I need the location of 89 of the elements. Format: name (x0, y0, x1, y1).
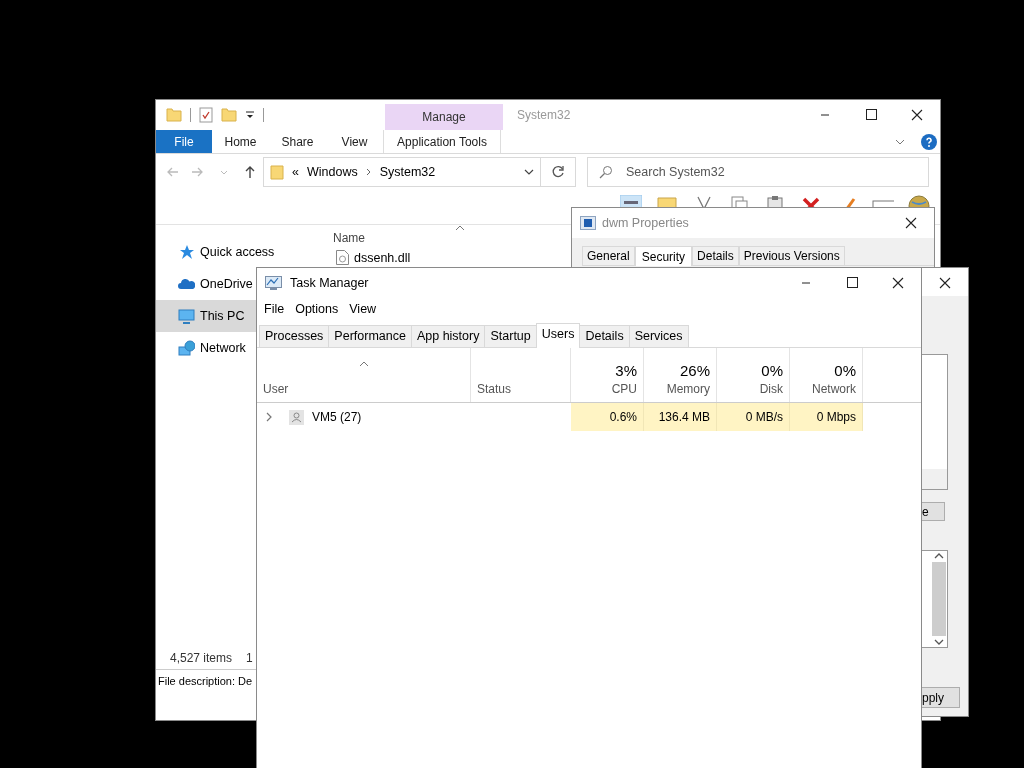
search-icon (599, 165, 613, 179)
user-name: VM5 (27) (312, 409, 362, 426)
globe-icon[interactable] (908, 195, 930, 207)
window-title: dwm Properties (602, 214, 689, 232)
window-title: System32 (517, 107, 571, 124)
dialog-button[interactable]: e (921, 502, 945, 521)
ribbon-tab[interactable]: Application Tools (383, 130, 501, 153)
up-icon[interactable] (244, 165, 256, 179)
file-icon (336, 250, 349, 265)
scrollbar-thumb[interactable] (932, 562, 946, 636)
help-icon[interactable] (921, 133, 937, 150)
ribbon-tab[interactable]: File (156, 130, 212, 153)
folder-icon (270, 164, 284, 180)
clipboard-icon[interactable] (764, 195, 786, 207)
chart-icon (265, 275, 282, 291)
search-field[interactable]: Search System32 (587, 157, 929, 187)
window-title: Task Manager (290, 274, 369, 292)
close-icon (892, 277, 904, 289)
apply-button[interactable]: pply (921, 687, 960, 708)
refresh-icon (551, 165, 565, 179)
close-icon (939, 277, 951, 289)
close-icon (911, 109, 923, 121)
menu-item[interactable]: View (349, 299, 377, 319)
sort-up-icon (358, 361, 369, 367)
network-icon (178, 340, 195, 356)
chevron-right-icon (365, 168, 372, 176)
column-total: 26% (679, 360, 710, 380)
address-bar[interactable]: « Windows System32 (263, 157, 541, 187)
expand-icon[interactable] (265, 412, 273, 422)
computer-icon (178, 308, 195, 324)
scroll-down-icon[interactable] (934, 639, 944, 645)
column-header[interactable]: Disk (759, 380, 783, 398)
nav-item[interactable]: This PC (156, 300, 257, 332)
menu-item[interactable]: File (264, 299, 285, 319)
table-cell: 0 MB/s (717, 403, 790, 431)
tab[interactable]: Previous Versions (738, 246, 845, 265)
ribbon-tab[interactable]: View (326, 130, 383, 153)
dropdown-icon[interactable] (245, 110, 255, 120)
delete-icon[interactable] (800, 195, 822, 207)
maximize-icon (864, 109, 878, 121)
overflow-crumb[interactable]: « (292, 162, 299, 182)
breadcrumb[interactable]: Windows (306, 162, 358, 182)
chevron-down-icon[interactable] (895, 137, 905, 146)
tab[interactable]: Details (579, 325, 630, 347)
column-total: 0% (761, 360, 783, 380)
refresh-button[interactable] (541, 157, 576, 187)
maximize-icon (845, 277, 859, 289)
column-header[interactable]: User (263, 380, 464, 398)
star-icon (178, 244, 195, 260)
properties-icon[interactable] (199, 107, 213, 123)
sort-up-icon (455, 225, 465, 231)
tab[interactable]: General (582, 246, 635, 265)
tab[interactable]: Processes (259, 325, 330, 347)
column-header[interactable]: CPU (611, 380, 637, 398)
column-total: 0% (834, 360, 856, 380)
tab[interactable]: Users (535, 323, 581, 348)
details-text: File description: De (158, 674, 253, 690)
scroll-up-icon[interactable] (934, 553, 944, 559)
menu-item[interactable]: Options (295, 299, 339, 319)
tab[interactable]: Details (692, 246, 739, 265)
file-name[interactable]: dssenh.dll (354, 250, 411, 265)
close-icon (905, 217, 917, 229)
cloud-icon (178, 276, 195, 292)
column-header[interactable]: Network (812, 380, 856, 398)
nav-item[interactable]: OneDrive (156, 268, 257, 300)
window-icon (580, 216, 596, 230)
table-cell: 0 Mbps (790, 403, 863, 431)
ribbon-tab[interactable]: Share (269, 130, 326, 153)
ribbon-tab[interactable]: Home (212, 130, 269, 153)
nav-item[interactable]: Quick access (156, 236, 279, 268)
tab[interactable]: Services (628, 325, 689, 347)
context-tab-group: Manage (385, 104, 503, 130)
item-count: 4,527 items (170, 650, 233, 667)
chevron-down-icon[interactable] (524, 168, 534, 176)
user-icon (289, 409, 304, 425)
tab[interactable]: Performance (328, 325, 412, 347)
tab[interactable]: Startup (484, 325, 537, 347)
nav-item[interactable]: Network (156, 332, 257, 364)
column-header[interactable]: Status (477, 380, 564, 398)
column-header[interactable]: Memory (666, 380, 710, 398)
table-cell: 0.6% (571, 403, 644, 431)
column-total: 3% (615, 360, 637, 380)
list-box[interactable] (921, 550, 948, 648)
breadcrumb[interactable]: System32 (379, 162, 436, 182)
column-header[interactable]: Name (333, 231, 465, 246)
tab[interactable]: Security (634, 246, 693, 266)
status-text: 1 (246, 650, 253, 667)
table-cell: 136.4 MB (644, 403, 717, 431)
tab[interactable]: App history (410, 325, 486, 347)
